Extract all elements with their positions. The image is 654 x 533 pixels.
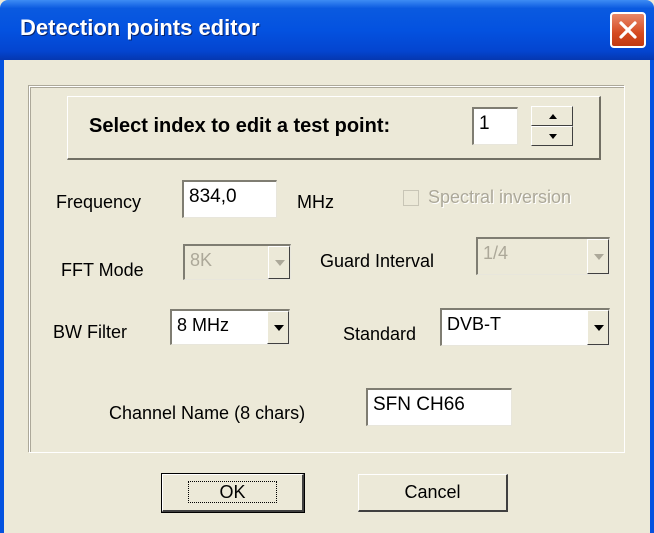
standard-value: DVB-T bbox=[447, 314, 501, 334]
frequency-input[interactable]: 834,0 bbox=[182, 180, 277, 218]
ok-button-label: OK bbox=[188, 481, 277, 503]
standard-label: Standard bbox=[343, 324, 417, 344]
index-spinner[interactable] bbox=[531, 106, 573, 146]
fft-mode-value: 8K bbox=[190, 250, 213, 270]
guard-interval-label: Guard Interval bbox=[320, 251, 435, 271]
spectral-inversion-checkbox[interactable] bbox=[403, 190, 419, 206]
ok-button[interactable]: OK bbox=[161, 473, 305, 513]
fft-mode-label: FFT Mode bbox=[61, 260, 144, 280]
frequency-label: Frequency bbox=[56, 192, 142, 212]
title-bar[interactable]: Detection points editor bbox=[0, 0, 654, 60]
index-label: Select index to edit a test point: bbox=[89, 115, 391, 137]
spin-up-button[interactable] bbox=[531, 106, 573, 126]
standard-select[interactable]: DVB-T bbox=[440, 308, 610, 346]
fft-mode-dropdown-button[interactable] bbox=[268, 246, 290, 279]
guard-interval-value: 1/4 bbox=[483, 243, 509, 263]
bw-filter-value: 8 MHz bbox=[177, 315, 230, 335]
chevron-down-icon bbox=[274, 324, 284, 331]
frequency-unit: MHz bbox=[297, 192, 334, 212]
fft-mode-select[interactable]: 8K bbox=[183, 244, 291, 280]
bw-filter-dropdown-button[interactable] bbox=[267, 311, 289, 344]
cancel-button[interactable]: Cancel bbox=[358, 474, 508, 512]
standard-dropdown-button[interactable] bbox=[587, 310, 609, 345]
window-title: Detection points editor bbox=[20, 15, 260, 40]
spectral-inversion-label: Spectral inversion bbox=[428, 187, 572, 207]
spin-down-button[interactable] bbox=[531, 126, 573, 146]
guard-interval-select[interactable]: 1/4 bbox=[476, 237, 610, 275]
close-button[interactable] bbox=[610, 12, 646, 48]
arrow-up-icon bbox=[549, 114, 557, 119]
bw-filter-label: BW Filter bbox=[53, 322, 127, 342]
close-icon bbox=[619, 21, 637, 39]
window-frame-right bbox=[650, 60, 654, 533]
bw-filter-select[interactable]: 8 MHz bbox=[170, 309, 290, 345]
index-input[interactable]: 1 bbox=[472, 107, 518, 145]
arrow-down-icon bbox=[549, 134, 557, 139]
channel-name-label: Channel Name (8 chars) bbox=[109, 403, 306, 423]
guard-interval-dropdown-button[interactable] bbox=[587, 239, 609, 274]
chevron-down-icon bbox=[594, 253, 604, 260]
dialog-window: Detection points editor Select index to … bbox=[0, 0, 654, 533]
chevron-down-icon bbox=[275, 259, 285, 266]
channel-name-input[interactable]: SFN CH66 bbox=[366, 388, 512, 426]
chevron-down-icon bbox=[594, 324, 604, 331]
window-frame-left bbox=[0, 60, 4, 533]
